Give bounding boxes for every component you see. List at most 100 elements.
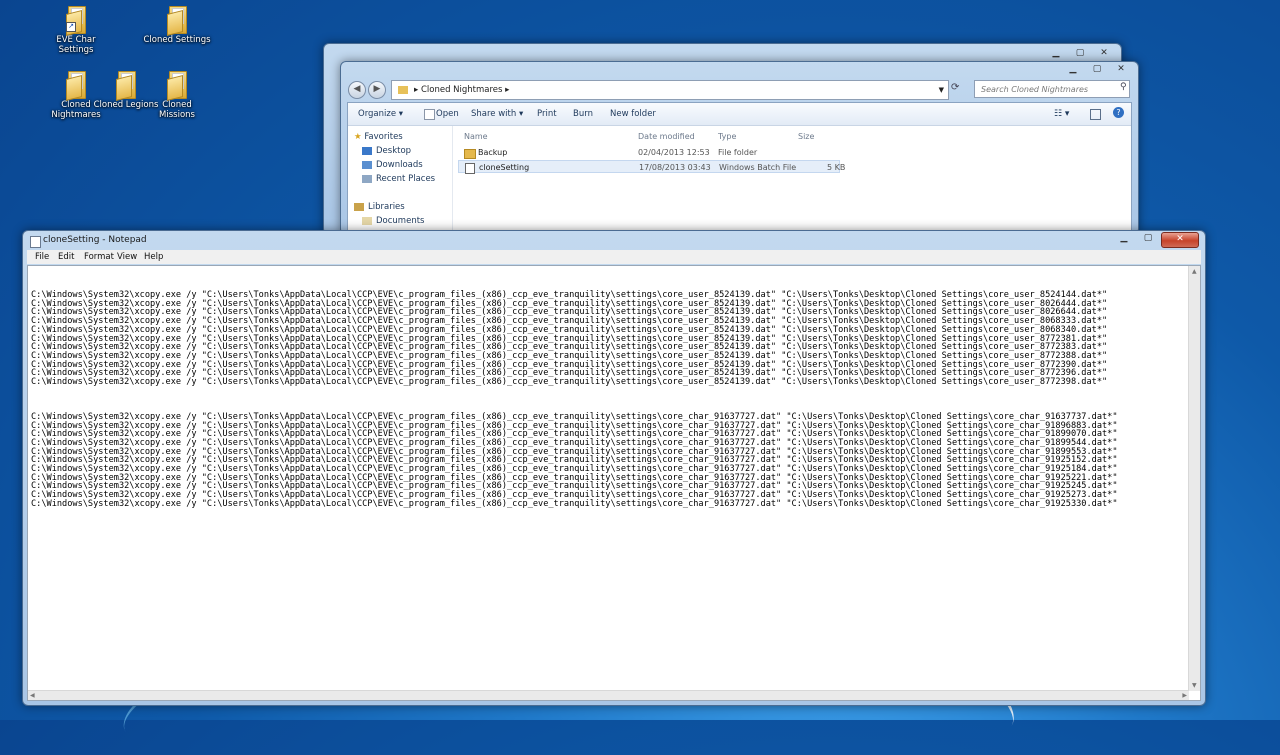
close-icon[interactable]: ✕ — [1110, 63, 1132, 77]
search-icon[interactable]: ⚲ — [1120, 82, 1127, 92]
close-icon[interactable]: ✕ — [1093, 47, 1115, 61]
notepad-icon — [30, 236, 41, 248]
organize-button[interactable]: Organize ▾ — [358, 109, 403, 119]
folder-icon — [116, 71, 136, 101]
menu-file[interactable]: File — [35, 252, 49, 262]
minimize-icon[interactable]: ▁ — [1062, 63, 1084, 77]
nav-item-documents[interactable]: Documents — [362, 216, 424, 226]
file-list: Name Date modified Type Size Backup 02/0… — [458, 126, 1131, 233]
desktop-icon-label: Cloned Missions — [159, 100, 195, 120]
menu-help[interactable]: Help — [144, 252, 163, 262]
documents-icon — [362, 216, 372, 225]
window-title: cloneSetting - Notepad — [43, 235, 147, 245]
nav-label: Downloads — [376, 160, 423, 170]
window-controls: ▁ ▢ ✕ — [1045, 47, 1115, 61]
maximize-icon[interactable]: ▢ — [1137, 232, 1159, 246]
explorer-content: Organize ▾ Open Share with ▾ Print Burn … — [347, 102, 1132, 234]
nav-item-libraries[interactable]: Libraries — [354, 202, 405, 212]
menu-format[interactable]: Format — [84, 252, 114, 262]
desktop-icon-label: Cloned Settings — [143, 35, 211, 45]
libraries-icon — [354, 202, 364, 211]
file-name: cloneSetting — [479, 163, 530, 172]
column-header-date-modified[interactable]: Date modified — [638, 132, 695, 141]
folder-icon — [167, 6, 187, 36]
breadcrumb-separator-icon: ▸ — [502, 85, 510, 95]
command-bar: Organize ▾ Open Share with ▾ Print Burn … — [348, 103, 1131, 126]
view-options-icon[interactable]: ☷ ▾ — [1054, 109, 1069, 119]
nav-label: Libraries — [368, 202, 405, 212]
scroll-left-icon[interactable]: ◀ — [30, 692, 35, 699]
print-button[interactable]: Print — [537, 109, 557, 119]
open-icon — [424, 109, 435, 120]
maximize-icon[interactable]: ▢ — [1086, 63, 1108, 77]
folder-icon — [66, 71, 86, 101]
desktop-icon-cloned-missions[interactable]: Cloned Missions — [143, 71, 211, 120]
refresh-icon[interactable]: ⟳ — [951, 82, 959, 93]
burn-button[interactable]: Burn — [573, 109, 593, 119]
window-controls: ▁ ▢ ✕ — [1062, 63, 1132, 77]
text-editor[interactable]: C:\Windows\System32\xcopy.exe /y "C:\Use… — [27, 265, 1201, 701]
window-controls: ▁ ▢ ✕ — [1113, 232, 1199, 248]
navigation-pane: ★ Favorites Desktop Downloads Recent Pla… — [348, 126, 453, 233]
breadcrumb-separator-icon: ▸ — [414, 85, 421, 95]
back-icon[interactable]: ◀ — [348, 81, 366, 99]
preview-pane-icon[interactable] — [1090, 109, 1101, 120]
nav-label: Recent Places — [376, 174, 436, 184]
scroll-right-icon[interactable]: ▶ — [1182, 692, 1187, 699]
help-icon[interactable]: ? — [1113, 107, 1124, 118]
file-date: 17/08/2013 03:43 — [639, 163, 711, 172]
file-type: Windows Batch File — [719, 163, 797, 172]
desktop-icon-cloned-settings[interactable]: Cloned Settings — [143, 6, 211, 45]
file-name: Backup — [478, 148, 508, 157]
minimize-icon[interactable]: ▁ — [1113, 232, 1135, 246]
menu-view[interactable]: View — [117, 252, 137, 262]
open-button[interactable]: Open — [436, 109, 459, 119]
shortcut-arrow-icon: ↗ — [66, 22, 76, 32]
nav-item-desktop[interactable]: Desktop — [362, 146, 411, 156]
nav-item-favorites[interactable]: ★ Favorites — [354, 132, 403, 142]
address-row: ◀ ▶ ▸ Cloned Nightmares ▸ ▼ ⟳ Search Clo… — [345, 80, 1134, 100]
file-type: File folder — [718, 148, 758, 157]
nav-label: Documents — [376, 216, 425, 226]
star-icon: ★ — [354, 132, 362, 142]
menu-edit[interactable]: Edit — [58, 252, 74, 262]
desktop-icon-eve-char-settings[interactable]: ↗ EVE Char Settings — [42, 6, 110, 55]
column-header-size[interactable]: Size — [798, 132, 814, 141]
explorer-window[interactable]: ▁ ▢ ✕ ◀ ▶ ▸ Cloned Nightmares ▸ ▼ ⟳ Sear… — [340, 61, 1139, 235]
search-input[interactable]: Search Cloned Nightmares — [974, 80, 1130, 98]
horizontal-scrollbar[interactable]: ◀ ▶ — [28, 690, 1189, 700]
folder-icon — [167, 71, 187, 101]
nav-label: Favorites — [364, 132, 403, 142]
column-header-name[interactable]: Name — [464, 132, 488, 141]
scroll-up-icon[interactable]: ▲ — [1192, 268, 1197, 275]
address-path: Cloned Nightmares — [420, 85, 503, 95]
new-folder-button[interactable]: New folder — [610, 109, 656, 119]
maximize-icon[interactable]: ▢ — [1069, 47, 1091, 61]
batch-file-icon — [465, 163, 475, 174]
notepad-window[interactable]: cloneSetting - Notepad ▁ ▢ ✕ File Edit F… — [22, 230, 1206, 706]
address-bar[interactable]: ▸ Cloned Nightmares ▸ ▼ — [391, 80, 949, 100]
desktop-icon-label: EVE Char Settings — [56, 35, 96, 55]
folder-icon — [398, 85, 408, 94]
desktop-icon — [362, 146, 372, 155]
share-with-button[interactable]: Share with ▾ — [471, 109, 523, 119]
nav-item-recent-places[interactable]: Recent Places — [362, 174, 435, 184]
file-date: 02/04/2013 12:53 — [638, 148, 710, 157]
folder-icon — [464, 149, 476, 159]
forward-icon[interactable]: ▶ — [368, 81, 386, 99]
scroll-down-icon[interactable]: ▼ — [1192, 682, 1197, 689]
vertical-scrollbar[interactable]: ▲ ▼ — [1188, 266, 1200, 691]
file-row[interactable]: Backup 02/04/2013 12:53 File folder — [458, 146, 840, 159]
close-icon[interactable]: ✕ — [1161, 232, 1199, 248]
nav-item-downloads[interactable]: Downloads — [362, 160, 423, 170]
menu-bar: File Edit Format View Help — [27, 250, 1201, 264]
file-row[interactable]: cloneSetting 17/08/2013 03:43 Windows Ba… — [458, 160, 845, 174]
nav-label: Desktop — [376, 146, 412, 156]
recent-places-icon — [362, 174, 372, 183]
file-size: 5 KB — [827, 163, 846, 172]
downloads-icon — [362, 160, 372, 169]
chevron-down-icon[interactable]: ▼ — [939, 81, 944, 99]
editor-content[interactable]: C:\Windows\System32\xcopy.exe /y "C:\Use… — [31, 291, 1118, 509]
minimize-icon[interactable]: ▁ — [1045, 47, 1067, 61]
column-header-type[interactable]: Type — [718, 132, 736, 141]
